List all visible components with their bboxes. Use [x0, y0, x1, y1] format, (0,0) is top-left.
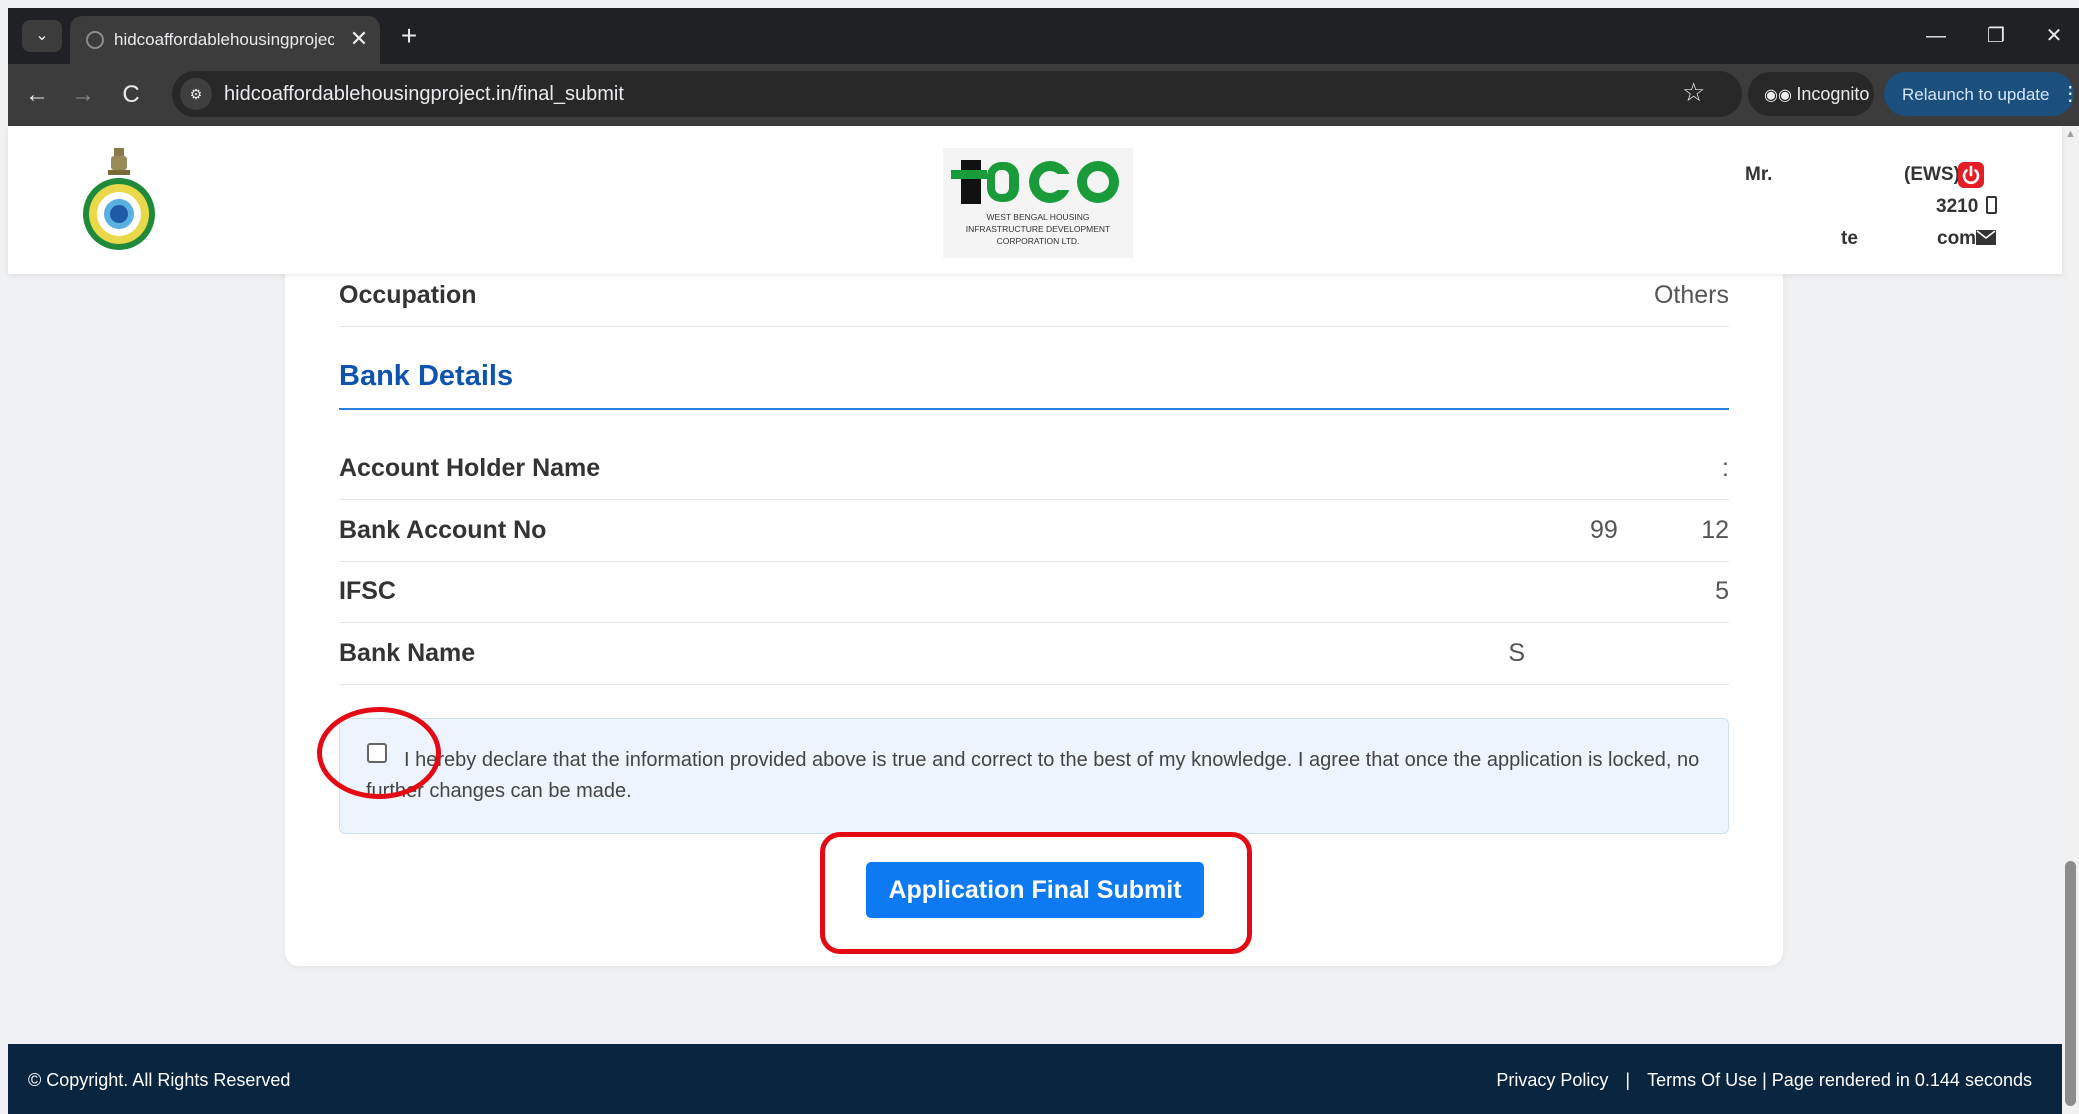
bank-account-value: 99 12	[1590, 516, 1729, 544]
tab-close-icon[interactable]: ✕	[346, 26, 372, 52]
browser-toolbar: ← → C ⚙ hidcoaffordablehousingproject.in…	[8, 64, 2079, 126]
account-holder-value: :	[1722, 454, 1729, 482]
footer-separator: |	[1625, 1070, 1631, 1090]
user-email-suffix: com	[1937, 228, 1977, 249]
logo-subtitle-2: INFRASTRUCTURE DEVELOPMENT	[966, 224, 1111, 234]
user-category: (EWS)	[1904, 164, 1960, 185]
ifsc-value: 5	[1715, 577, 1729, 605]
user-email-prefix: te	[1841, 228, 1858, 249]
ifsc-row: IFSC 5	[339, 561, 1729, 623]
site-info-icon[interactable]: ⚙	[180, 78, 212, 110]
occupation-value: Others	[1653, 281, 1729, 309]
checkbox-highlight-annotation	[317, 707, 441, 799]
scroll-up-icon[interactable]: ▲	[2062, 126, 2079, 143]
restore-icon[interactable]: ❐	[1974, 20, 2018, 52]
site-header: WEST BENGAL HOUSING INFRASTRUCTURE DEVEL…	[8, 126, 2062, 274]
logo-subtitle-3: CORPORATION LTD.	[997, 236, 1080, 246]
declaration-box: I hereby declare that the information pr…	[339, 718, 1729, 834]
section-divider	[339, 408, 1729, 410]
user-name: Mr.	[1745, 164, 1773, 185]
browser-tab[interactable]: hidcoaffordablehousingproject. ✕	[70, 16, 380, 64]
hidco-logo: WEST BENGAL HOUSING INFRASTRUCTURE DEVEL…	[943, 148, 1133, 258]
address-bar[interactable]: ⚙ hidcoaffordablehousingproject.in/final…	[172, 71, 1742, 117]
occupation-row: Occupation Others	[339, 265, 1729, 327]
forward-icon[interactable]: →	[66, 78, 100, 112]
tab-title: hidcoaffordablehousingproject.	[114, 30, 334, 49]
incognito-indicator[interactable]: ◉◉ Incognito	[1748, 72, 1874, 116]
page-scrollbar[interactable]: ▲	[2062, 126, 2079, 1114]
account-holder-label: Account Holder Name	[339, 454, 601, 482]
ifsc-label: IFSC	[339, 577, 396, 605]
power-icon[interactable]	[1958, 162, 1984, 188]
globe-icon	[86, 31, 104, 49]
account-holder-row: Account Holder Name :	[339, 438, 1729, 500]
scroll-thumb[interactable]	[2065, 861, 2076, 1106]
logo-subtitle-1: WEST BENGAL HOUSING	[987, 212, 1090, 222]
state-emblem-icon	[83, 148, 155, 250]
declaration-text: I hereby declare that the information pr…	[366, 749, 1700, 802]
bank-details-heading: Bank Details	[339, 360, 514, 392]
bank-name-label: Bank Name	[339, 639, 476, 667]
footer-copyright: © Copyright. All Rights Reserved	[28, 1070, 291, 1090]
url-text[interactable]: hidcoaffordablehousingproject.in/final_s…	[224, 83, 624, 106]
bank-account-label: Bank Account No	[339, 516, 547, 544]
tab-list-button[interactable]: ⌄	[22, 20, 62, 52]
browser-tab-bar: ⌄ hidcoaffordablehousingproject. ✕ + — ❐…	[8, 8, 2079, 64]
close-window-icon[interactable]: ✕	[2032, 20, 2076, 52]
envelope-icon	[1976, 230, 1996, 245]
user-phone: 3210	[1936, 196, 1979, 217]
terms-of-use-link[interactable]: Terms Of Use | Page rendered in 0.144 se…	[1647, 1070, 2032, 1090]
incognito-label: Incognito	[1796, 84, 1870, 104]
new-tab-button[interactable]: +	[392, 20, 426, 54]
occupation-label: Occupation	[339, 281, 477, 309]
reload-icon[interactable]: C	[114, 78, 148, 112]
bank-name-value: S	[1508, 639, 1525, 667]
relaunch-label: Relaunch to update	[1902, 85, 2050, 104]
minimize-icon[interactable]: —	[1914, 20, 1958, 52]
relaunch-button[interactable]: Relaunch to update ⋮	[1884, 72, 2079, 116]
privacy-policy-link[interactable]: Privacy Policy	[1496, 1070, 1608, 1090]
bank-account-row: Bank Account No 99 12	[339, 500, 1729, 562]
back-icon[interactable]: ←	[20, 78, 54, 112]
footer-links: Privacy Policy | Terms Of Use | Page ren…	[1490, 1070, 2038, 1091]
submit-highlight-annotation	[820, 832, 1252, 954]
bookmark-star-icon[interactable]: ☆	[1682, 77, 1705, 108]
menu-icon[interactable]: ⋮	[2060, 83, 2079, 105]
incognito-icon: ◉◉	[1764, 87, 1797, 104]
bank-name-row: Bank Name S	[339, 623, 1729, 685]
site-footer: © Copyright. All Rights Reserved Privacy…	[8, 1044, 2062, 1114]
mobile-phone-icon	[1986, 196, 1997, 214]
